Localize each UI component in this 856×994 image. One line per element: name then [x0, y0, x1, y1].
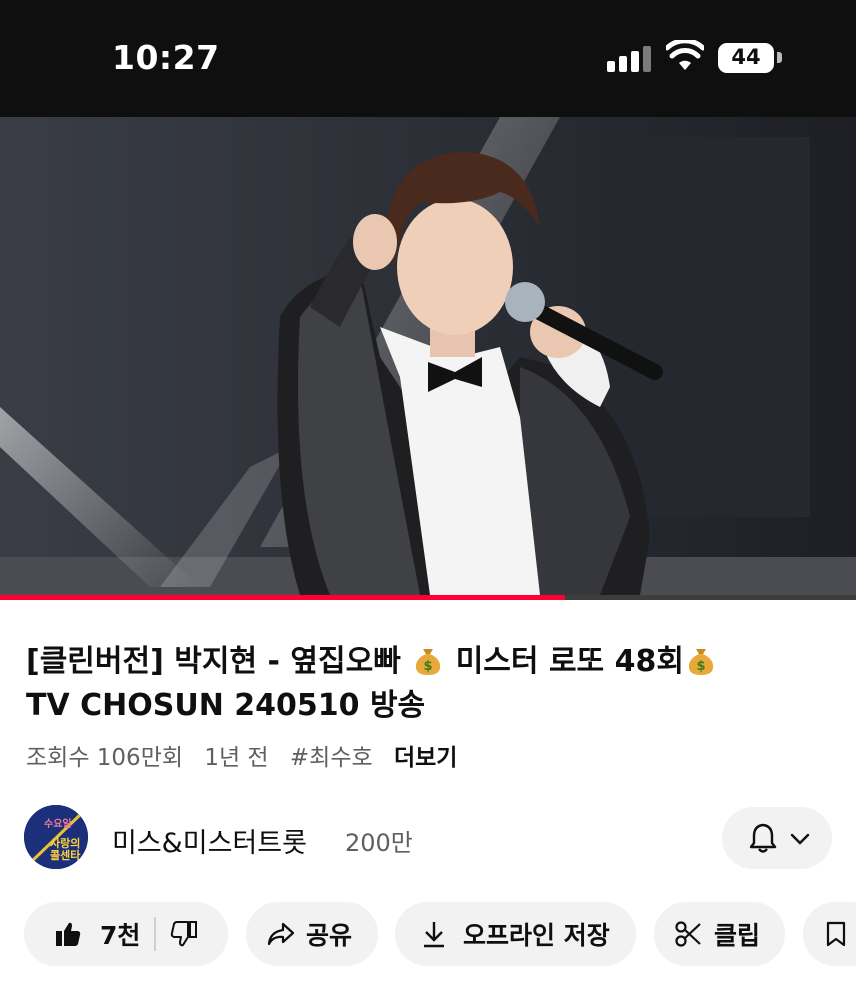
- more-button[interactable]: 더보기: [394, 745, 457, 771]
- video-player[interactable]: [0, 117, 856, 595]
- view-count: 조회수 106만회: [26, 745, 184, 771]
- video-progress-bar[interactable]: [0, 595, 856, 600]
- bookmark-icon: [826, 921, 846, 947]
- video-meta[interactable]: 조회수 106만회 1년 전 #최수호 더보기: [26, 738, 471, 772]
- battery-level: 44: [731, 45, 761, 69]
- like-icon[interactable]: [54, 920, 82, 948]
- channel-row: 수요일 사랑의 콜센타 미스&미스터트롯 200만: [0, 805, 856, 871]
- svg-text:콜센타: 콜센타: [50, 848, 81, 862]
- svg-text:$: $: [424, 659, 433, 674]
- like-dislike-group: 7천: [24, 902, 228, 966]
- svg-text:$: $: [696, 659, 705, 674]
- wifi-icon: [666, 40, 704, 70]
- subscriber-count: 200만: [345, 829, 413, 857]
- money-bag-icon: $: [416, 649, 441, 675]
- like-divider: [154, 917, 157, 951]
- scissors-icon: [675, 921, 701, 947]
- title-part-2: 미스터 로또 48회: [445, 644, 684, 679]
- clip-button[interactable]: 클립: [654, 902, 785, 966]
- clip-label: 클립: [714, 921, 761, 950]
- video-frame: [0, 117, 856, 595]
- like-count[interactable]: 7천: [100, 916, 140, 952]
- video-title[interactable]: [클린버전] 박지현 - 옆집오빠 $ 미스터 로또 48회 $ TV CHOS…: [26, 640, 826, 728]
- battery-nub: [777, 52, 782, 63]
- share-button[interactable]: 공유: [246, 902, 378, 966]
- share-icon: [267, 922, 295, 946]
- notification-button[interactable]: [722, 807, 832, 869]
- money-bag-icon: $: [688, 649, 714, 675]
- avatar[interactable]: 수요일 사랑의 콜센타: [24, 805, 88, 869]
- download-icon: [424, 922, 444, 948]
- status-bar: 10:27 44: [0, 0, 856, 117]
- upload-age: 1년 전: [204, 745, 269, 771]
- channel-name[interactable]: 미스&미스터트롯: [112, 821, 307, 860]
- save-button[interactable]: [803, 902, 856, 966]
- signal-icon: [607, 44, 653, 72]
- dislike-icon[interactable]: [170, 920, 198, 948]
- action-bar: 7천 공유 오프라인 저장 클립: [0, 902, 856, 966]
- video-progress-fill: [0, 595, 565, 600]
- chevron-down-icon: [790, 833, 810, 845]
- download-button[interactable]: 오프라인 저장: [395, 902, 636, 966]
- title-line-2: TV CHOSUN 240510 방송: [26, 688, 426, 723]
- hashtag-link[interactable]: #최수호: [290, 745, 373, 771]
- svg-text:사랑의: 사랑의: [50, 836, 80, 850]
- battery-icon: 44: [718, 43, 774, 73]
- status-time: 10:27: [112, 38, 220, 77]
- title-part-1: [클린버전] 박지현 - 옆집오빠: [26, 644, 412, 679]
- share-label: 공유: [306, 921, 353, 950]
- download-label: 오프라인 저장: [463, 921, 610, 950]
- svg-text:수요일: 수요일: [44, 817, 72, 830]
- bell-icon: [749, 823, 777, 853]
